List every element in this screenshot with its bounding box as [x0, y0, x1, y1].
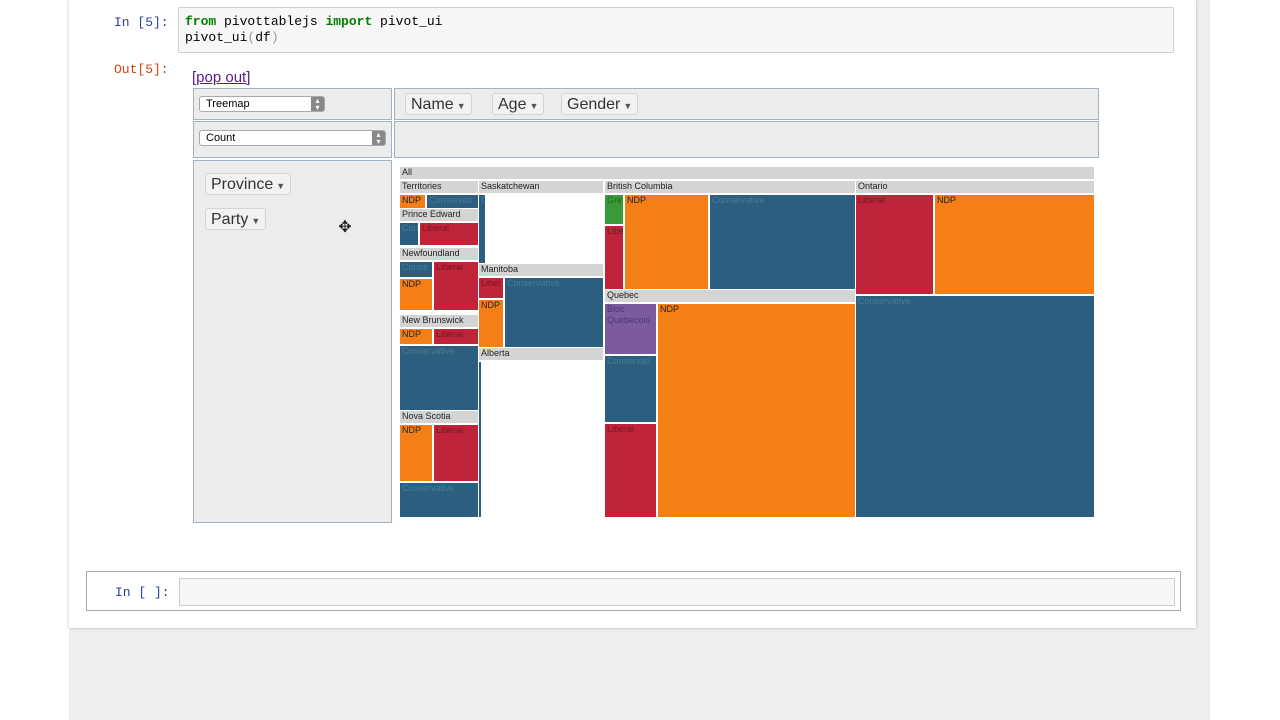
- chevron-down-icon[interactable]: ▼: [457, 101, 466, 111]
- move-cursor-icon: ✥: [338, 219, 352, 236]
- treemap-leaf[interactable]: Conservative: [855, 295, 1095, 518]
- treemap-group-header[interactable]: Territories: [399, 180, 479, 194]
- treemap-leaf[interactable]: NDP: [399, 278, 433, 311]
- treemap-leaf[interactable]: Libe: [604, 225, 624, 293]
- treemap-leaf[interactable]: Liberal: [604, 423, 657, 518]
- field-gender-label: Gender: [567, 96, 621, 113]
- treemap-group-header[interactable]: Ontario: [855, 180, 1095, 194]
- treemap-leaf[interactable]: Conse: [399, 261, 433, 278]
- chevron-down-icon[interactable]: ▼: [623, 101, 632, 111]
- module-name: pivottablejs: [216, 14, 326, 29]
- treemap-group-header[interactable]: Manitoba: [478, 263, 604, 277]
- code-line-2: pivot_ui(df): [185, 30, 1167, 46]
- code-line-1: from pivottablejs import pivot_ui: [185, 14, 1167, 30]
- output-prompt: Out[5]:: [114, 62, 169, 77]
- treemap-group-header[interactable]: Saskatchewan: [478, 180, 604, 194]
- treemap-leaf[interactable]: NDP: [624, 194, 709, 293]
- code-input[interactable]: from pivottablejs import pivot_ui pivot_…: [178, 7, 1174, 53]
- treemap-group-header[interactable]: Nova Scotia: [399, 410, 479, 424]
- aggregator-select[interactable]: Count ▴ ▾: [199, 130, 386, 146]
- treemap-group-header[interactable]: Alberta: [478, 347, 604, 361]
- keyword-from: from: [185, 14, 217, 29]
- treemap-root-header: All: [399, 166, 1095, 180]
- field-party-label: Party: [211, 211, 249, 228]
- right-gutter: [1210, 0, 1280, 720]
- treemap-group-header[interactable]: British Columbia: [604, 180, 856, 194]
- column-drop-area[interactable]: [394, 121, 1099, 158]
- treemap-leaf[interactable]: Liberal: [433, 328, 479, 345]
- chevron-down-icon[interactable]: ▼: [251, 216, 260, 226]
- treemap-leaf[interactable]: Liberal: [433, 424, 479, 482]
- argument: df: [255, 30, 271, 45]
- field-name-label: Name: [411, 96, 454, 113]
- treemap-leaf[interactable]: Liberal: [419, 222, 479, 246]
- input-prompt: In [5]:: [114, 15, 169, 30]
- treemap-leaf[interactable]: Conservative: [504, 277, 604, 350]
- field-name[interactable]: Name ▼: [405, 93, 472, 115]
- field-party[interactable]: Party ▼: [205, 208, 267, 230]
- chevron-down-icon[interactable]: ▼: [276, 181, 285, 191]
- treemap-leaf[interactable]: NDP: [478, 299, 504, 350]
- imported-name: pivot_ui: [372, 14, 443, 29]
- treemap-leaf[interactable]: Bloc Quebecois: [604, 303, 657, 355]
- chevron-down-icon[interactable]: ▼: [529, 101, 538, 111]
- treemap-leaf[interactable]: Conservative: [399, 482, 479, 518]
- treemap-leaf[interactable]: Conservati: [604, 355, 657, 423]
- treemap-leaf[interactable]: Liber: [478, 277, 504, 299]
- treemap-leaf[interactable]: NDP: [399, 328, 433, 345]
- treemap-leaf[interactable]: NDP: [399, 424, 433, 482]
- treemap-leaf[interactable]: Liberal: [855, 194, 934, 295]
- renderer-select[interactable]: Treemap ▴ ▾: [199, 96, 325, 112]
- empty-cell[interactable]: In [ ]:: [86, 571, 1181, 611]
- treemap-leaf[interactable]: NDP: [934, 194, 1095, 295]
- treemap-group-header[interactable]: New Brunswick: [399, 314, 479, 328]
- treemap-leaf[interactable]: Liberal: [433, 261, 479, 311]
- select-arrows-icon: ▴ ▾: [311, 97, 324, 112]
- left-gutter: [0, 0, 69, 720]
- input-prompt-empty: In [ ]:: [115, 585, 170, 600]
- field-province-label: Province: [211, 176, 274, 193]
- close-paren: ): [270, 30, 279, 45]
- field-age-label: Age: [498, 96, 527, 113]
- renderer-select-value: Treemap: [206, 98, 250, 110]
- treemap-leaf[interactable]: Conservative: [709, 194, 856, 293]
- treemap-group-header[interactable]: Newfoundland: [399, 247, 479, 261]
- treemap-leaf[interactable]: Conservative: [399, 345, 479, 411]
- field-province[interactable]: Province ▼: [205, 173, 292, 195]
- treemap-leaf[interactable]: Conservative: [478, 361, 482, 518]
- field-gender[interactable]: Gender ▼: [561, 93, 639, 115]
- treemap-leaf[interactable]: Conservative: [478, 194, 486, 265]
- keyword-import: import: [325, 14, 373, 29]
- function-name: pivot_ui: [185, 30, 248, 45]
- empty-code-input[interactable]: [179, 578, 1175, 606]
- select-arrows-icon: ▴ ▾: [372, 131, 385, 146]
- treemap-group-header[interactable]: Prince Edward: [399, 208, 479, 222]
- field-age[interactable]: Age ▼: [492, 93, 545, 115]
- treemap-leaf[interactable]: Con: [399, 222, 419, 246]
- treemap-chart: All Territories NDP Conservati Prince Edward…: [399, 166, 1095, 518]
- pop-out-link[interactable]: [pop out]: [192, 69, 250, 86]
- treemap-group-header[interactable]: Quebec: [604, 289, 856, 303]
- aggregator-select-value: Count: [206, 132, 236, 144]
- treemap-leaf[interactable]: NDP: [657, 303, 856, 518]
- treemap-leaf[interactable]: Gre: [604, 194, 624, 225]
